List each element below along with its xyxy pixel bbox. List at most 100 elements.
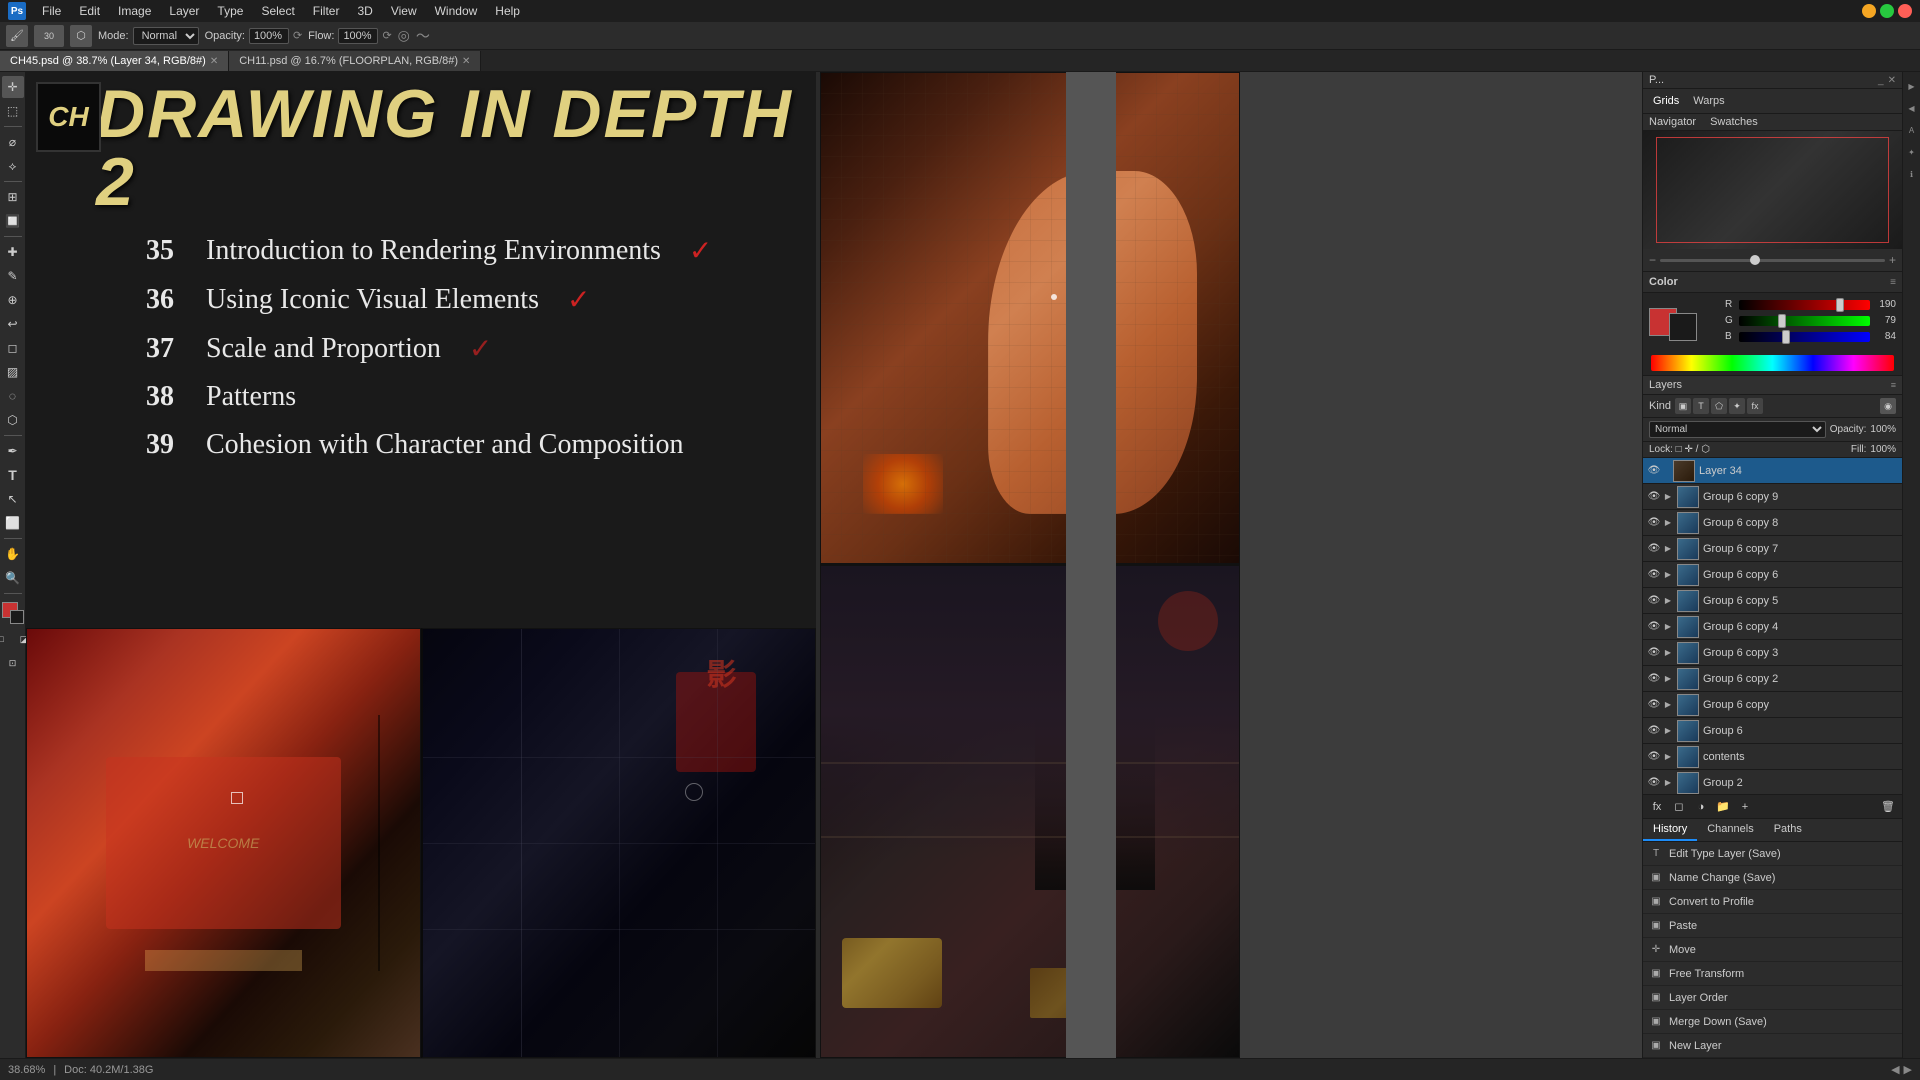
layer-row-contents[interactable]: 👁 ▶ contents: [1643, 744, 1902, 770]
layer-row-g6c6[interactable]: 👁 ▶ Group 6 copy 6: [1643, 562, 1902, 588]
filter-smart-icon[interactable]: ✦: [1729, 398, 1745, 414]
layer-row-g6c3[interactable]: 👁 ▶ Group 6 copy 3: [1643, 640, 1902, 666]
layer-g6c6-expand[interactable]: ▶: [1663, 570, 1673, 580]
maximize-button[interactable]: [1880, 4, 1894, 18]
menu-help[interactable]: Help: [487, 2, 528, 20]
history-item-2[interactable]: ▣ Convert to Profile: [1643, 890, 1902, 914]
history-item-5[interactable]: ▣ Free Transform: [1643, 962, 1902, 986]
flow-value[interactable]: 100%: [338, 28, 378, 44]
color-picker-fg[interactable]: [2, 602, 24, 624]
zoom-out-icon[interactable]: −: [1649, 253, 1656, 267]
eraser-tool[interactable]: ◻: [2, 337, 24, 359]
tab-ch11-close[interactable]: ✕: [462, 56, 470, 67]
tab-ch45[interactable]: CH45.psd @ 38.7% (Layer 34, RGB/8#) ✕: [0, 51, 229, 71]
menu-edit[interactable]: Edit: [71, 2, 108, 20]
layer-g6c3-visibility[interactable]: 👁: [1647, 646, 1661, 660]
document-canvas[interactable]: CH DRAWING IN DEPTH 2 35 Introduction to…: [26, 72, 816, 1058]
red-slider[interactable]: [1739, 300, 1870, 310]
zoom-in-icon[interactable]: +: [1889, 253, 1896, 267]
layer-g6c-expand[interactable]: ▶: [1663, 700, 1673, 710]
layer-adj-button[interactable]: ◑: [1691, 798, 1711, 816]
panel-collapse[interactable]: _: [1878, 75, 1884, 86]
layer-g6c5-expand[interactable]: ▶: [1663, 596, 1673, 606]
layer-g6c2-expand[interactable]: ▶: [1663, 674, 1673, 684]
gradient-tool[interactable]: ▨: [2, 361, 24, 383]
layer-group-button[interactable]: 📁: [1713, 798, 1733, 816]
nav-zoom-slider[interactable]: [1660, 259, 1885, 262]
layer-row-g2[interactable]: 👁 ▶ Group 2: [1643, 770, 1902, 794]
history-item-7[interactable]: ▣ Merge Down (Save): [1643, 1010, 1902, 1034]
layer-row-g6c8[interactable]: 👁 ▶ Group 6 copy 8: [1643, 510, 1902, 536]
channels-tab[interactable]: Channels: [1697, 819, 1763, 841]
extra-btn-1[interactable]: ▶: [1905, 76, 1919, 96]
layer-row-g6c4[interactable]: 👁 ▶ Group 6 copy 4: [1643, 614, 1902, 640]
path-selection-tool[interactable]: ↖: [2, 488, 24, 510]
mode-select[interactable]: Normal: [133, 27, 199, 45]
layer-g6c5-visibility[interactable]: 👁: [1647, 594, 1661, 608]
move-tool[interactable]: ✛: [2, 76, 24, 98]
layer-g6c8-expand[interactable]: ▶: [1663, 518, 1673, 528]
menu-window[interactable]: Window: [427, 2, 486, 20]
layer-row-g6c2[interactable]: 👁 ▶ Group 6 copy 2: [1643, 666, 1902, 692]
layer-row-g6c[interactable]: 👁 ▶ Group 6 copy: [1643, 692, 1902, 718]
extra-btn-5[interactable]: ℹ: [1905, 164, 1919, 184]
status-arrow-left[interactable]: ◀: [1891, 1063, 1899, 1076]
color-spectrum[interactable]: [1651, 355, 1894, 371]
layer-g6c-visibility[interactable]: 👁: [1647, 698, 1661, 712]
extra-btn-3[interactable]: A: [1905, 120, 1919, 140]
filter-effect-icon[interactable]: fx: [1747, 398, 1763, 414]
green-slider[interactable]: [1739, 316, 1870, 326]
close-button[interactable]: [1898, 4, 1912, 18]
menu-3d[interactable]: 3D: [349, 2, 380, 20]
layer-g6c9-visibility[interactable]: 👁: [1647, 490, 1661, 504]
minimize-button[interactable]: [1862, 4, 1876, 18]
layer-g6c3-expand[interactable]: ▶: [1663, 648, 1673, 658]
layer-contents-expand[interactable]: ▶: [1663, 752, 1673, 762]
blue-slider[interactable]: [1739, 332, 1870, 342]
history-brush-tool[interactable]: ↩: [2, 313, 24, 335]
brush-preset-icon[interactable]: ⬡: [70, 25, 92, 47]
menu-select[interactable]: Select: [253, 2, 302, 20]
standard-mode[interactable]: □: [0, 628, 12, 650]
layer-g2-expand[interactable]: ▶: [1663, 778, 1673, 788]
layer-g2-visibility[interactable]: 👁: [1647, 776, 1661, 790]
history-item-4[interactable]: ✛ Move: [1643, 938, 1902, 962]
color-panel-menu[interactable]: ≡: [1890, 277, 1896, 288]
menu-image[interactable]: Image: [110, 2, 159, 20]
menu-view[interactable]: View: [383, 2, 425, 20]
history-item-1[interactable]: ▣ Name Change (Save): [1643, 866, 1902, 890]
layer-row-34[interactable]: 👁 Layer 34: [1643, 458, 1902, 484]
tab-ch45-close[interactable]: ✕: [210, 56, 218, 67]
layer-g6c4-expand[interactable]: ▶: [1663, 622, 1673, 632]
layer-row-g6c7[interactable]: 👁 ▶ Group 6 copy 7: [1643, 536, 1902, 562]
layer-34-visibility[interactable]: 👁: [1647, 464, 1661, 478]
stamp-tool[interactable]: ⊕: [2, 289, 24, 311]
tab-ch11[interactable]: CH11.psd @ 16.7% (FLOORPLAN, RGB/8#) ✕: [229, 51, 481, 71]
panel-close[interactable]: ✕: [1888, 75, 1896, 86]
layer-g6c9-expand[interactable]: ▶: [1663, 492, 1673, 502]
history-tab[interactable]: History: [1643, 819, 1697, 841]
smoothing-icon[interactable]: 〜: [416, 26, 430, 46]
zoom-tool[interactable]: 🔍: [2, 567, 24, 589]
status-arrow-right[interactable]: ▶: [1904, 1063, 1912, 1076]
paths-tab[interactable]: Paths: [1764, 819, 1812, 841]
layer-g6c7-expand[interactable]: ▶: [1663, 544, 1673, 554]
layer-g6c4-visibility[interactable]: 👁: [1647, 620, 1661, 634]
bg-color-swatch[interactable]: [1669, 313, 1697, 341]
blur-tool[interactable]: ◌: [2, 385, 24, 407]
lasso-tool[interactable]: ⌀: [2, 131, 24, 153]
layer-g6-expand[interactable]: ▶: [1663, 726, 1673, 736]
filter-toggle[interactable]: ◉: [1880, 398, 1896, 414]
grids-tab[interactable]: Grids: [1649, 93, 1683, 109]
layer-new-button[interactable]: +: [1735, 798, 1755, 816]
filter-type-icon[interactable]: T: [1693, 398, 1709, 414]
navigator-preview[interactable]: [1643, 131, 1902, 249]
layer-fx-button[interactable]: fx: [1647, 798, 1667, 816]
hand-tool[interactable]: ✋: [2, 543, 24, 565]
healing-brush-tool[interactable]: ✚: [2, 241, 24, 263]
swatches-label[interactable]: Swatches: [1710, 116, 1758, 128]
opacity-value[interactable]: 100%: [249, 28, 289, 44]
extra-btn-2[interactable]: ◀: [1905, 98, 1919, 118]
type-tool[interactable]: T: [2, 464, 24, 486]
canvas-area[interactable]: CH DRAWING IN DEPTH 2 35 Introduction to…: [26, 72, 1642, 1058]
